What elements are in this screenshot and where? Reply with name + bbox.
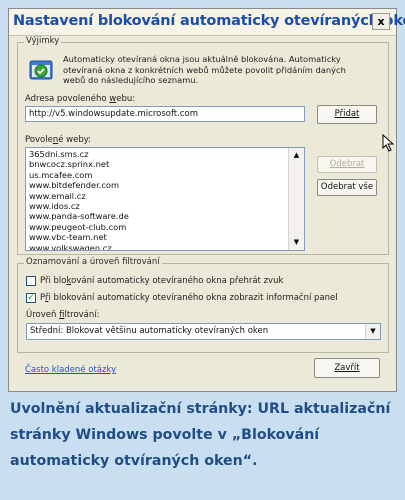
- show-info-bar-label: Při blokování automaticky otevíraného ok…: [40, 293, 338, 303]
- faq-link[interactable]: Často kladené otázky: [25, 365, 116, 375]
- address-label: Adresa povoleného webu:: [25, 94, 136, 104]
- remove-site-button[interactable]: Odebrat: [317, 156, 377, 173]
- list-item[interactable]: 365dni.sms.cz: [26, 149, 304, 159]
- play-sound-checkbox[interactable]: [26, 276, 36, 286]
- list-item[interactable]: www.email.cz: [26, 191, 304, 201]
- chevron-down-icon[interactable]: ▼: [365, 324, 380, 339]
- exceptions-group: Výjimky Automaticky otevíraná okna jsou …: [17, 36, 389, 255]
- list-item[interactable]: www.volkswagen.cz: [26, 243, 304, 250]
- allowed-address-input[interactable]: http://v5.windowsupdate.microsoft.com: [25, 106, 305, 122]
- close-button[interactable]: Zavřít: [314, 358, 380, 378]
- notifications-legend: Oznamování a úroveň filtrování: [24, 257, 162, 267]
- remove-site-label: Odebrat: [329, 159, 365, 169]
- scroll-down-icon[interactable]: ▼: [289, 235, 304, 250]
- notifications-group: Oznamování a úroveň filtrování Při bloko…: [17, 257, 389, 353]
- shield-check-icon: [29, 60, 53, 80]
- add-site-button[interactable]: Přidat: [317, 105, 377, 124]
- add-site-label: Přidat: [334, 109, 360, 119]
- article-caption: Uvolnění aktualizační stránky: URL aktua…: [10, 401, 391, 469]
- title-bar[interactable]: Nastavení blokování automaticky otevíran…: [9, 9, 405, 36]
- remove-all-button[interactable]: Odebrat vše: [317, 179, 377, 196]
- close-window-button[interactable]: x: [372, 13, 390, 30]
- play-sound-label: Při blokování automaticky otevíraného ok…: [40, 276, 284, 286]
- filter-level-label: Úroveň filtrování:: [26, 310, 100, 320]
- list-item[interactable]: us.mcafee.com: [26, 170, 304, 180]
- exceptions-legend: Výjimky: [24, 36, 62, 46]
- close-button-label: Zavřít: [334, 363, 360, 373]
- mouse-pointer-icon: [382, 134, 395, 152]
- filter-level-select[interactable]: Střední: Blokovat většinu automaticky ot…: [26, 323, 381, 340]
- list-scrollbar[interactable]: ▲ ▼: [288, 148, 304, 250]
- allowed-sites-list[interactable]: 365dni.sms.cz bnwcocz.sprinx.net us.mcaf…: [25, 147, 305, 251]
- show-info-bar-checkbox[interactable]: ✓: [26, 293, 36, 303]
- popup-blocker-settings-dialog: Nastavení blokování automaticky otevíran…: [8, 8, 405, 392]
- list-item[interactable]: www.peugeot-club.com: [26, 222, 304, 232]
- allowed-sites-label: Povolené weby:: [25, 135, 92, 145]
- remove-all-label: Odebrat vše: [320, 182, 374, 192]
- list-item[interactable]: www.bitdefender.com: [26, 180, 304, 190]
- list-item[interactable]: www.idos.cz: [26, 201, 304, 211]
- scroll-up-icon[interactable]: ▲: [289, 148, 304, 163]
- dialog-title: Nastavení blokování automaticky otevíran…: [13, 13, 405, 29]
- list-item[interactable]: www.panda-software.de: [26, 211, 304, 221]
- filter-level-value: Střední: Blokovat většinu automaticky ot…: [30, 326, 269, 336]
- exceptions-description: Automaticky otevíraná okna jsou aktuálně…: [63, 54, 346, 85]
- list-item[interactable]: bnwcocz.sprinx.net: [26, 159, 304, 169]
- list-item[interactable]: www.vbc-team.net: [26, 232, 304, 242]
